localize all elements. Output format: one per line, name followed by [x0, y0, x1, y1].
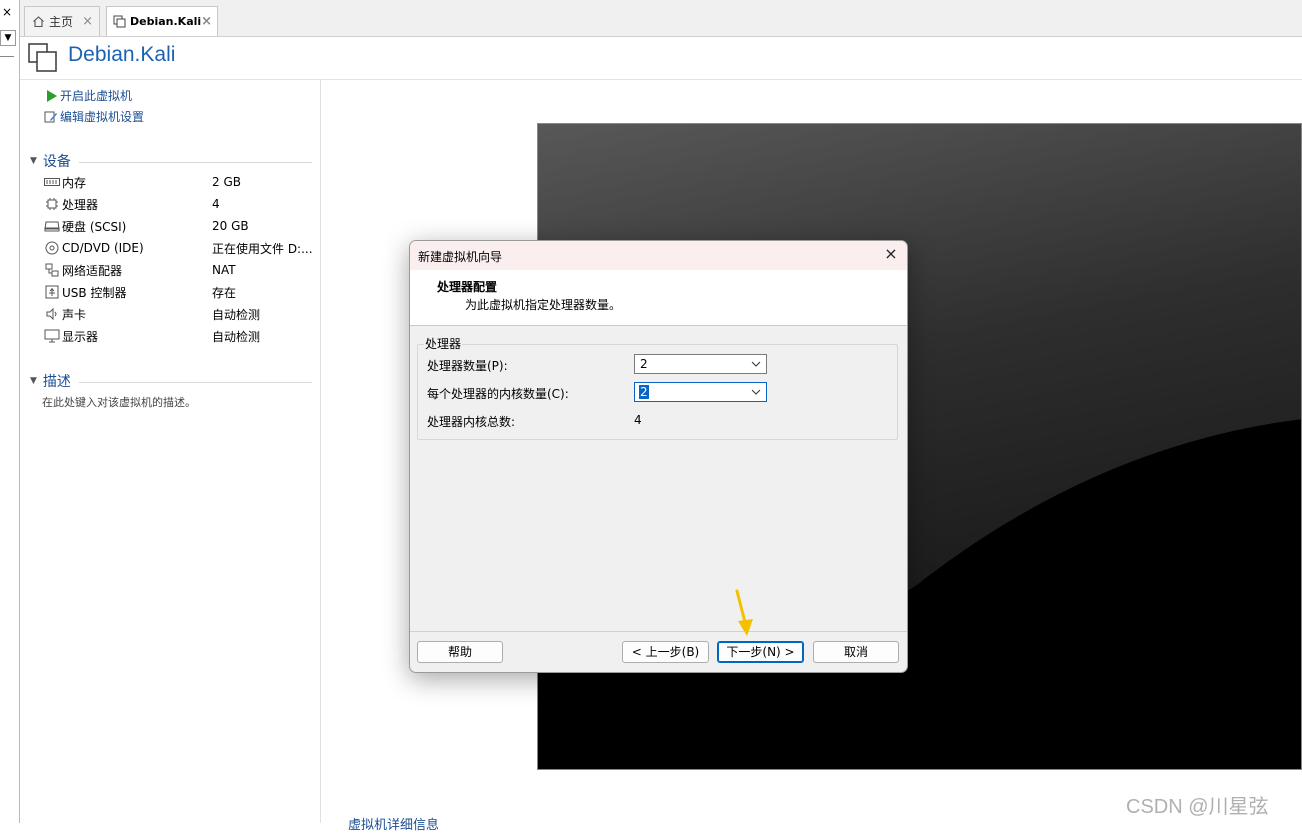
- back-button[interactable]: < 上一步(B): [622, 641, 709, 663]
- play-icon: [44, 89, 58, 103]
- power-on-action[interactable]: 开启此虚拟机: [44, 87, 132, 104]
- left-strip: × ▼: [0, 0, 20, 823]
- processor-count-select[interactable]: 2: [634, 354, 767, 374]
- device-name: 网络适配器: [62, 263, 123, 278]
- devices-section-header[interactable]: ▼ 设备: [30, 151, 312, 171]
- divider: [410, 631, 907, 632]
- watermark: CSDN @川星弦: [1126, 796, 1269, 818]
- device-value: NAT: [212, 263, 236, 277]
- device-row-sound[interactable]: 声卡 自动检测: [44, 303, 316, 325]
- device-value: 4: [212, 197, 220, 211]
- collapse-icon[interactable]: ▼: [30, 156, 37, 166]
- cpu-icon: [44, 197, 60, 211]
- dropdown-icon[interactable]: ▼: [0, 30, 16, 46]
- total-cores-label: 处理器内核总数:: [427, 415, 516, 429]
- cancel-button[interactable]: 取消: [813, 641, 899, 663]
- cores-per-processor-label: 每个处理器的内核数量(C):: [427, 387, 569, 401]
- processor-count-label: 处理器数量(P):: [427, 359, 508, 373]
- next-button[interactable]: 下一步(N) >: [717, 641, 804, 663]
- dialog-titlebar: 新建虚拟机向导 ×: [410, 241, 907, 270]
- vm-details-link[interactable]: 虚拟机详细信息: [348, 814, 439, 833]
- divider: [78, 161, 312, 163]
- close-icon[interactable]: ×: [883, 246, 899, 262]
- annotation-arrow-icon: [730, 588, 760, 640]
- device-row-usb[interactable]: USB 控制器 存在: [44, 281, 316, 303]
- description-section-header[interactable]: ▼ 描述: [30, 371, 312, 391]
- harddisk-icon: [44, 219, 60, 233]
- dialog-header: 处理器配置 为此虚拟机指定处理器数量。: [410, 270, 907, 326]
- device-name: 声卡: [62, 307, 87, 322]
- device-name: 处理器: [62, 197, 99, 212]
- device-name: 显示器: [62, 329, 99, 344]
- dialog-subheading: 为此虚拟机指定处理器数量。: [465, 298, 622, 312]
- vm-icon: [113, 15, 126, 29]
- close-icon[interactable]: ×: [82, 14, 93, 29]
- close-icon[interactable]: ×: [201, 14, 212, 29]
- device-value: 自动检测: [212, 329, 261, 344]
- cores-per-processor-select[interactable]: 2: [634, 382, 767, 402]
- description-field[interactable]: 在此处键入对该虚拟机的描述。: [42, 394, 196, 410]
- select-value: 2: [640, 357, 648, 371]
- home-icon: [31, 15, 45, 29]
- vm-icon: [28, 43, 58, 73]
- device-row-memory[interactable]: 内存 2 GB: [44, 171, 316, 193]
- device-row-network[interactable]: 网络适配器 NAT: [44, 259, 316, 281]
- close-icon[interactable]: ×: [0, 4, 14, 20]
- edit-settings-action[interactable]: 编辑虚拟机设置: [44, 108, 144, 125]
- monitor-icon: [44, 329, 60, 343]
- vm-header: Debian.Kali: [20, 37, 1302, 80]
- divider: [0, 56, 14, 57]
- tab-bar: 主页 × Debian.Kali ×: [20, 0, 1302, 37]
- device-value: 存在: [212, 285, 237, 300]
- total-cores-value: 4: [634, 413, 642, 427]
- select-value: 2: [639, 385, 649, 399]
- edit-icon: [44, 110, 58, 124]
- new-vm-wizard-dialog: 新建虚拟机向导 × 处理器配置 为此虚拟机指定处理器数量。 处理器 处理器数量(…: [409, 240, 908, 673]
- help-button[interactable]: 帮助: [417, 641, 503, 663]
- network-icon: [44, 263, 60, 277]
- device-row-processor[interactable]: 处理器 4: [44, 193, 316, 215]
- tab-home[interactable]: 主页 ×: [24, 6, 100, 36]
- device-name: 硬盘 (SCSI): [62, 219, 127, 234]
- dialog-title: 新建虚拟机向导: [418, 250, 503, 264]
- device-name: 内存: [62, 175, 87, 190]
- action-label: 开启此虚拟机: [60, 89, 133, 103]
- device-row-harddisk[interactable]: 硬盘 (SCSI) 20 GB: [44, 215, 316, 237]
- collapse-icon[interactable]: ▼: [30, 376, 37, 386]
- device-name: USB 控制器: [62, 285, 127, 300]
- group-label: 处理器: [424, 335, 463, 352]
- chevron-down-icon: [750, 358, 762, 370]
- device-row-monitor[interactable]: 显示器 自动检测: [44, 325, 316, 347]
- cd-icon: [44, 241, 60, 255]
- section-title: 描述: [42, 374, 71, 390]
- vm-sidebar: 开启此虚拟机 编辑虚拟机设置 ▼ 设备 内存 2 GB 处理器 4 硬盘 (SC…: [20, 80, 321, 823]
- tab-debian-kali[interactable]: Debian.Kali ×: [106, 6, 218, 36]
- memory-icon: [44, 175, 60, 189]
- device-value: 2 GB: [212, 175, 241, 189]
- tab-label: Debian.Kali: [130, 15, 202, 28]
- chevron-down-icon: [750, 386, 762, 398]
- tab-label: 主页: [49, 15, 74, 29]
- section-title: 设备: [42, 154, 71, 170]
- dialog-heading: 处理器配置: [437, 280, 498, 294]
- device-row-cd-dvd[interactable]: CD/DVD (IDE) 正在使用文件 D:...: [44, 237, 316, 259]
- device-value: 自动检测: [212, 307, 261, 322]
- usb-icon: [44, 285, 60, 299]
- device-value: 20 GB: [212, 219, 249, 233]
- sound-icon: [44, 307, 60, 321]
- device-value: 正在使用文件 D:...: [212, 241, 313, 256]
- divider: [78, 381, 312, 383]
- action-label: 编辑虚拟机设置: [60, 110, 145, 124]
- page-title: Debian.Kali: [68, 43, 176, 66]
- device-name: CD/DVD (IDE): [62, 241, 144, 255]
